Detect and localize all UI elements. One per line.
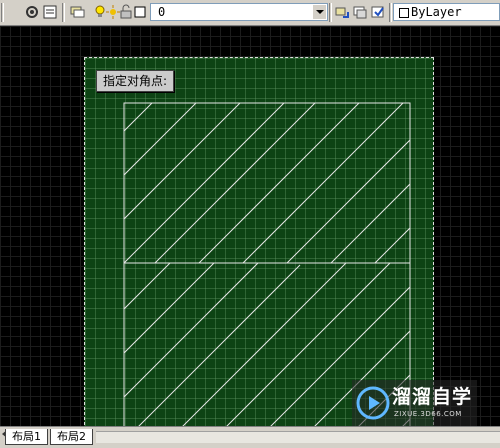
tab-layout2-label: 布局2 [57, 430, 86, 443]
toolbar-separator [389, 3, 392, 22]
dropdown-arrow-icon[interactable] [312, 5, 326, 19]
linetype-combo[interactable]: ByLayer [393, 3, 500, 21]
layer-iso-icon[interactable] [370, 4, 386, 20]
layer-state-icon[interactable] [352, 4, 368, 20]
properties-icon[interactable] [42, 4, 58, 20]
layer-previous-icon[interactable] [334, 4, 350, 20]
watermark-title: 溜溜自学 [392, 386, 473, 408]
tab-layout2[interactable]: 布局2 [50, 429, 93, 445]
layer-manager-icon[interactable] [70, 4, 86, 20]
watermark-subtitle: ZIXUE.3D66.COM [394, 410, 462, 418]
toolbar-separator [62, 3, 65, 22]
layer-combo[interactable]: 0 [150, 3, 328, 21]
command-prompt-tooltip: 指定对角点: [96, 70, 175, 92]
model-space-canvas[interactable]: 指定对角点: 溜溜自学 ZIXUE.3D66.COM [0, 26, 500, 426]
layer-combo-value: 0 [158, 5, 166, 19]
drawing-geometry [123, 102, 411, 426]
linetype-swatch [399, 8, 409, 18]
horizontal-scrollbar[interactable] [96, 431, 500, 443]
toolbar-separator [329, 3, 332, 22]
layer-toolbar: 0 ByLayer [0, 0, 500, 26]
tab-layout1[interactable]: 布局1 [5, 429, 48, 445]
gear-icon[interactable] [24, 4, 40, 20]
layout-tab-bar: 布局1 布局2 [0, 426, 500, 448]
tab-layout1-label: 布局1 [12, 430, 41, 443]
color-box-icon[interactable] [132, 4, 148, 20]
watermark-logo: 溜溜自学 ZIXUE.3D66.COM [352, 380, 477, 426]
watermark-play-icon [356, 386, 390, 420]
linetype-combo-value: ByLayer [411, 5, 462, 19]
toolbar-grip [1, 3, 4, 22]
hatch-pattern-top [124, 103, 410, 263]
